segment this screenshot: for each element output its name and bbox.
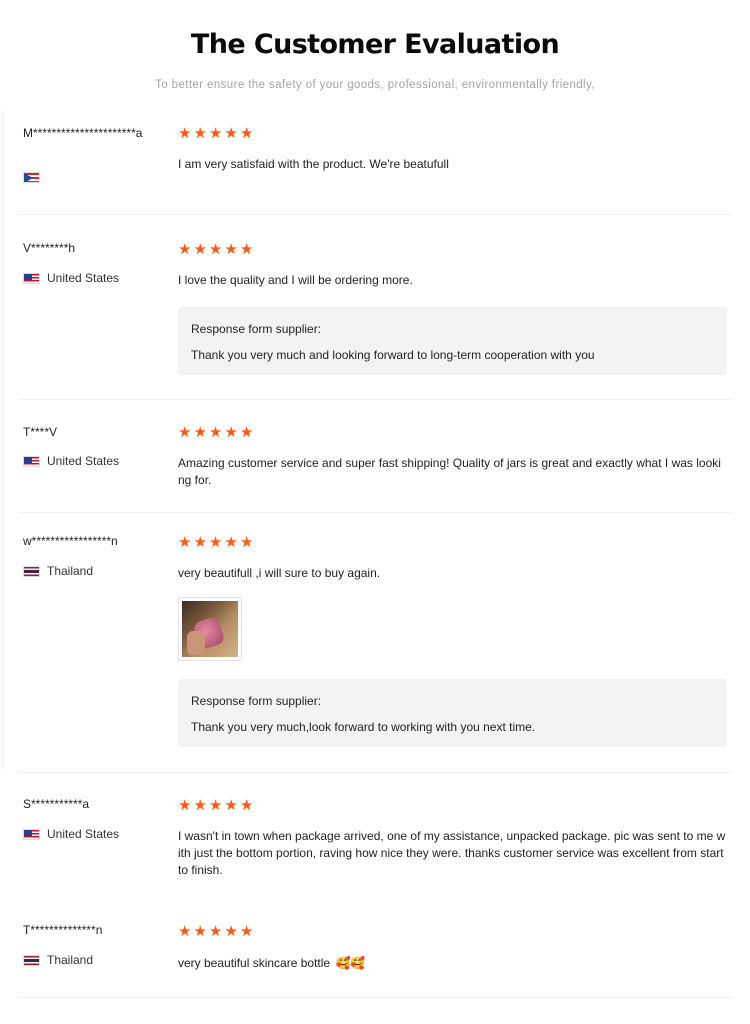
country-name: United States xyxy=(47,454,120,468)
review-item: S***********a United States ★ ★ ★ ★ ★ I … xyxy=(0,773,750,898)
review-item: V********h United States ★ ★ ★ ★ ★ I lov… xyxy=(0,215,750,400)
star-icon: ★ xyxy=(208,922,223,940)
review-item: T****V United States ★ ★ ★ ★ ★ Amazing c… xyxy=(0,400,750,513)
star-icon: ★ xyxy=(178,533,192,551)
reviewer-country: United States xyxy=(23,271,119,285)
star-icon: ★ xyxy=(239,533,254,551)
reviewer-country: United States xyxy=(23,454,119,468)
star-icon: ★ xyxy=(178,423,192,441)
star-icon: ★ xyxy=(208,533,223,551)
page-title: The Customer Evaluation xyxy=(190,29,560,60)
star-icon: ★ xyxy=(193,124,207,142)
review-item: T**************n Thailand ★ ★ ★ ★ ★ very… xyxy=(0,898,750,998)
response-label: Response form supplier: xyxy=(191,322,322,336)
reviewer-name: S***********a xyxy=(23,797,90,811)
us-flag-icon xyxy=(23,828,40,840)
star-icon: ★ xyxy=(239,124,254,142)
country-name: United States xyxy=(47,827,120,841)
page-header: The Customer Evaluation To better ensure… xyxy=(0,0,750,110)
star-icon: ★ xyxy=(239,423,254,441)
reviewer-country: Thailand xyxy=(23,953,93,967)
country-name: Thailand xyxy=(47,564,94,578)
divider xyxy=(2,215,3,400)
reviewer-name: T**************n xyxy=(23,923,103,937)
star-icon: ★ xyxy=(193,533,207,551)
star-icon: ★ xyxy=(224,796,238,814)
star-rating: ★ ★ ★ ★ ★ xyxy=(178,242,253,257)
us-flag-icon xyxy=(23,272,40,284)
puerto-rico-flag-icon xyxy=(23,171,40,183)
star-icon: ★ xyxy=(224,124,238,142)
review-photo-image xyxy=(182,601,238,657)
divider xyxy=(2,110,3,215)
reviewer-name: V********h xyxy=(23,241,76,255)
review-comment: I wasn't in town when package arrived, o… xyxy=(178,829,726,877)
reviewer-country: United States xyxy=(23,827,119,841)
reviewer-name: T****V xyxy=(23,425,58,439)
star-icon: ★ xyxy=(193,796,207,814)
review-photo-thumbnail[interactable] xyxy=(178,597,242,661)
star-icon: ★ xyxy=(178,124,192,142)
star-rating: ★ ★ ★ ★ ★ xyxy=(178,535,253,550)
review-comment-text: very beautiful skincare bottle xyxy=(178,956,331,970)
divider xyxy=(18,997,732,998)
reviewer-name: M**********************a xyxy=(23,126,143,140)
star-rating: ★ ★ ★ ★ ★ xyxy=(178,924,253,939)
response-label: Response form supplier: xyxy=(191,694,322,708)
star-icon: ★ xyxy=(224,922,238,940)
review-item: M**********************a ★ ★ ★ ★ ★ I am … xyxy=(0,110,750,215)
review-comment: very beautifull ,i will sure to buy agai… xyxy=(178,566,381,580)
review-comment: I love the quality and I will be orderin… xyxy=(178,273,413,287)
star-icon: ★ xyxy=(193,240,207,258)
star-icon: ★ xyxy=(193,423,207,441)
review-item: w*****************n Thailand ★ ★ ★ ★ ★ v… xyxy=(0,513,750,773)
star-icon: ★ xyxy=(178,796,192,814)
review-comment: very beautiful skincare bottle 🥰🥰 xyxy=(178,955,726,972)
supplier-response: Response form supplier: Thank you very m… xyxy=(178,679,727,747)
star-rating: ★ ★ ★ ★ ★ xyxy=(178,798,253,813)
star-icon: ★ xyxy=(239,922,254,940)
review-comment: Amazing customer service and super fast … xyxy=(178,456,721,487)
star-icon: ★ xyxy=(178,922,192,940)
star-icon: ★ xyxy=(239,796,254,814)
star-icon: ★ xyxy=(193,922,207,940)
response-text: Thank you very much and looking forward … xyxy=(191,348,595,362)
reviewer-country: Thailand xyxy=(23,564,93,578)
thailand-flag-icon xyxy=(23,954,40,966)
divider xyxy=(2,513,3,773)
star-icon: ★ xyxy=(208,240,223,258)
star-icon: ★ xyxy=(208,796,223,814)
country-name: Thailand xyxy=(47,953,94,967)
star-icon: ★ xyxy=(208,423,223,441)
star-icon: ★ xyxy=(239,240,254,258)
star-rating: ★ ★ ★ ★ ★ xyxy=(178,425,253,440)
us-flag-icon xyxy=(23,455,40,467)
thailand-flag-icon xyxy=(23,565,40,577)
divider xyxy=(2,400,3,513)
country-name: United States xyxy=(47,271,120,285)
reviewer-country xyxy=(23,170,47,184)
star-rating: ★ ★ ★ ★ ★ xyxy=(178,126,253,141)
reviewer-name: w*****************n xyxy=(23,534,118,548)
smiling-face-with-hearts-icon: 🥰🥰 xyxy=(335,956,366,970)
review-comment: I am very satisfaid with the product. We… xyxy=(178,157,449,171)
star-icon: ★ xyxy=(178,240,192,258)
response-text: Thank you very much,look forward to work… xyxy=(191,720,536,734)
supplier-response: Response form supplier: Thank you very m… xyxy=(178,307,727,375)
star-icon: ★ xyxy=(208,124,223,142)
star-icon: ★ xyxy=(224,240,238,258)
page-subtitle: To better ensure the safety of your good… xyxy=(155,79,595,91)
star-icon: ★ xyxy=(224,533,238,551)
star-icon: ★ xyxy=(224,423,238,441)
